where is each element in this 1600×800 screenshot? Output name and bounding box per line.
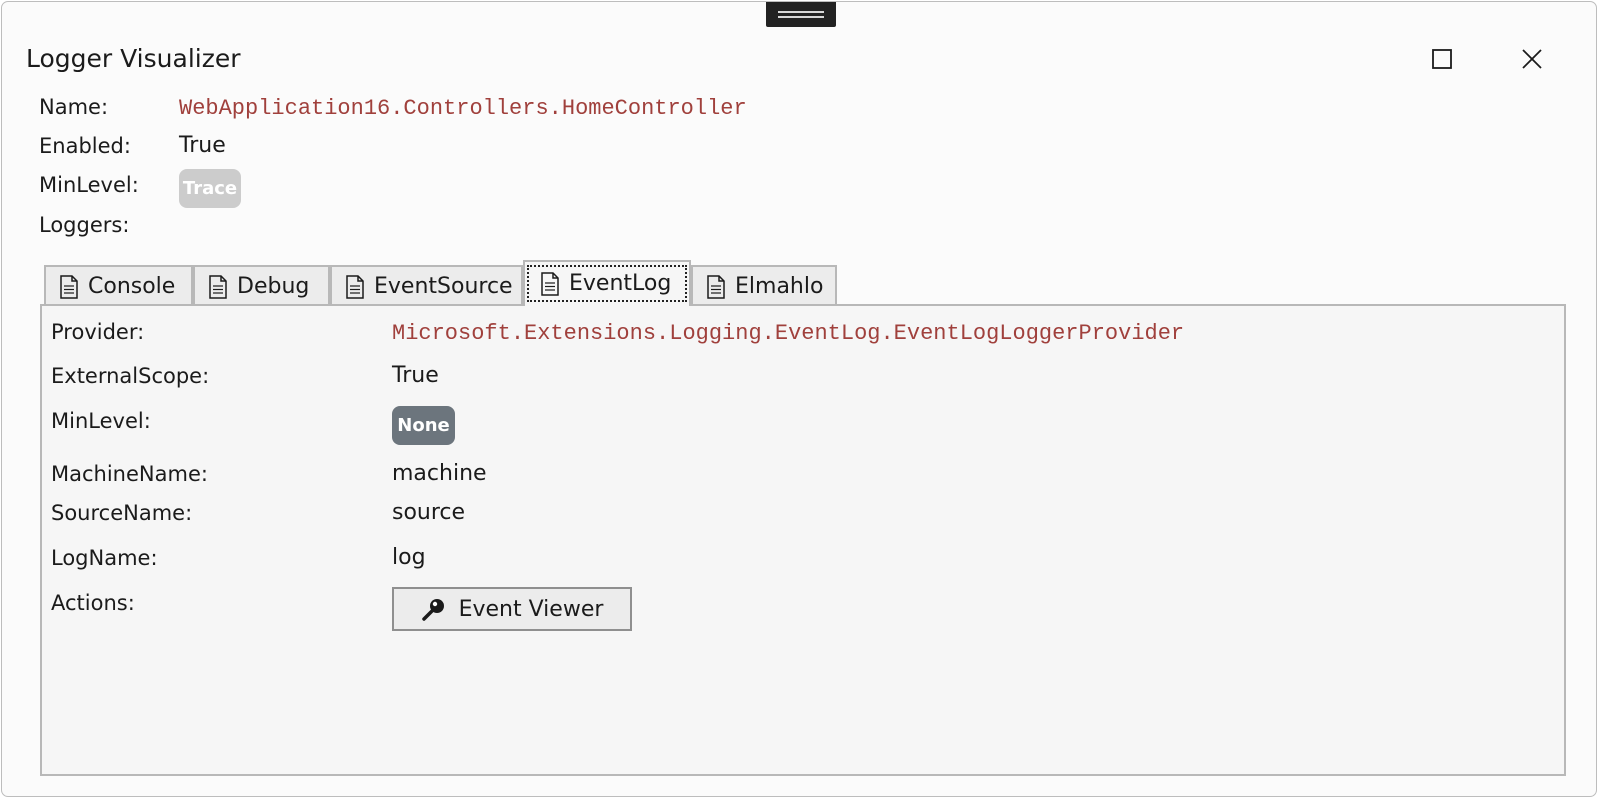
name-label: Name: xyxy=(39,95,109,119)
provider-value: Microsoft.Extensions.Logging.EventLog.Ev… xyxy=(392,321,1185,346)
machinename-value: machine xyxy=(392,461,487,486)
maximize-button[interactable] xyxy=(1420,37,1464,81)
close-icon xyxy=(1522,49,1542,69)
name-value: WebApplication16.Controllers.HomeControl… xyxy=(179,96,747,121)
document-icon xyxy=(60,274,78,299)
logname-label: LogName: xyxy=(51,546,158,570)
actions-label: Actions: xyxy=(51,591,135,615)
tab-debug[interactable]: Debug xyxy=(193,265,330,306)
externalscope-value: True xyxy=(392,363,439,388)
document-icon xyxy=(707,274,725,299)
tab-elmahio[interactable]: Elmahlo xyxy=(691,265,837,306)
externalscope-label: ExternalScope: xyxy=(51,364,210,388)
event-viewer-button[interactable]: Event Viewer xyxy=(392,587,632,631)
minlevel-badge: Trace xyxy=(179,169,241,208)
maximize-icon xyxy=(1432,49,1452,69)
tab-label: EventSource xyxy=(374,274,513,299)
search-icon xyxy=(421,596,447,622)
tab-eventlog[interactable]: EventLog xyxy=(523,260,691,306)
tab-label: Elmahlo xyxy=(735,274,824,299)
minlevel-label: MinLevel: xyxy=(39,173,139,197)
enabled-label: Enabled: xyxy=(39,134,131,158)
eventlog-tab-panel xyxy=(40,304,1566,776)
eventlog-minlevel-label: MinLevel: xyxy=(51,409,151,433)
enabled-value: True xyxy=(179,133,226,158)
close-button[interactable] xyxy=(1510,37,1554,81)
eventlog-minlevel-badge: None xyxy=(392,406,455,445)
drag-grip-icon[interactable] xyxy=(766,2,836,27)
tab-label: Debug xyxy=(237,274,310,299)
document-icon xyxy=(346,274,364,299)
tab-eventsource[interactable]: EventSource xyxy=(330,265,523,306)
logname-value: log xyxy=(392,545,426,570)
sourcename-label: SourceName: xyxy=(51,501,193,525)
window-title: Logger Visualizer xyxy=(26,44,241,73)
event-viewer-label: Event Viewer xyxy=(458,596,604,622)
logger-visualizer-window: Logger Visualizer Name: WebApplication16… xyxy=(1,1,1597,797)
tab-label: Console xyxy=(88,274,176,299)
tab-console[interactable]: Console xyxy=(44,265,193,306)
tab-label: EventLog xyxy=(569,271,672,296)
machinename-label: MachineName: xyxy=(51,462,208,486)
document-icon xyxy=(541,271,559,296)
document-icon xyxy=(209,274,227,299)
provider-label: Provider: xyxy=(51,320,145,344)
sourcename-value: source xyxy=(392,500,466,525)
loggers-label: Loggers: xyxy=(39,213,130,237)
